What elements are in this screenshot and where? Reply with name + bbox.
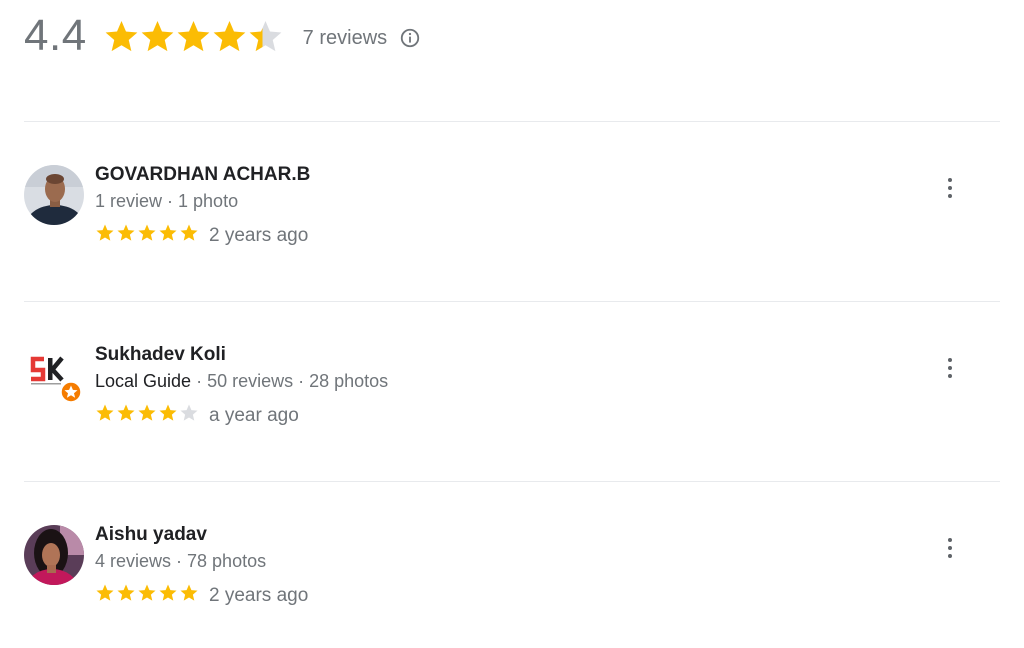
star-icon [117,404,135,421]
more-vert-icon [948,538,952,542]
star-icon [213,21,246,52]
star-icon [96,584,114,601]
star-icon [96,404,114,421]
reviewer-name[interactable]: GOVARDHAN ACHAR.B [95,164,310,186]
star-icon [138,224,156,241]
reviewer-stats: · 50 reviews · 28 photos [191,371,389,391]
review-item: Aishu yadav 4 reviews · 78 photos 2 year… [24,524,1000,624]
review-star-rating [95,583,200,602]
divider [24,121,1000,122]
review-date: a year ago [209,405,299,426]
review-item: Sukhadev Koli Local Guide · 50 reviews ·… [24,344,1000,444]
reviews-panel: 4.4 7 reviews GOVARDHAN ACHAR.B 1 review… [0,0,1024,648]
more-vert-icon [948,358,952,362]
star-icon [249,21,282,52]
review-item: GOVARDHAN ACHAR.B 1 review · 1 photo 2 y… [24,164,1000,264]
more-options-button[interactable] [938,174,962,202]
star-icon [96,224,114,241]
reviewer-name[interactable]: Aishu yadav [95,524,207,546]
reviewer-stats: 4 reviews · 78 photos [95,551,267,571]
star-icon [159,224,177,241]
star-icon [105,21,138,52]
info-icon[interactable] [399,27,421,49]
star-icon [159,584,177,601]
reviewer-avatar[interactable] [24,525,84,585]
rating-summary: 4.4 7 reviews [24,8,421,64]
average-rating: 4.4 [24,11,87,60]
star-icon [177,21,210,52]
divider [24,481,1000,482]
reviewer-stats: 1 review · 1 photo [95,191,239,211]
reviewer-meta: Local Guide · 50 reviews · 28 photos [95,371,388,392]
star-icon [138,404,156,421]
local-guide-label: Local Guide [95,371,192,391]
star-icon [141,21,174,52]
reviewer-avatar[interactable] [24,165,84,225]
star-icon [159,404,177,421]
star-icon [180,404,198,421]
more-options-button[interactable] [938,354,962,382]
reviewer-meta: 4 reviews · 78 photos [95,551,266,572]
star-icon [180,584,198,601]
more-options-button[interactable] [938,534,962,562]
reviews-count-link[interactable]: 7 reviews [303,27,387,50]
star-icon [117,584,135,601]
divider [24,301,1000,302]
review-date: 2 years ago [209,225,309,246]
reviewer-meta: 1 review · 1 photo [95,191,238,212]
more-vert-icon [948,178,952,182]
review-star-rating [95,403,200,422]
star-icon [138,584,156,601]
review-star-rating [95,223,200,242]
star-icon [180,224,198,241]
star-icon [117,224,135,241]
review-date: 2 years ago [209,585,309,606]
reviewer-name[interactable]: Sukhadev Koli [95,344,226,366]
reviewer-avatar[interactable] [24,345,84,405]
summary-star-rating [103,18,283,54]
